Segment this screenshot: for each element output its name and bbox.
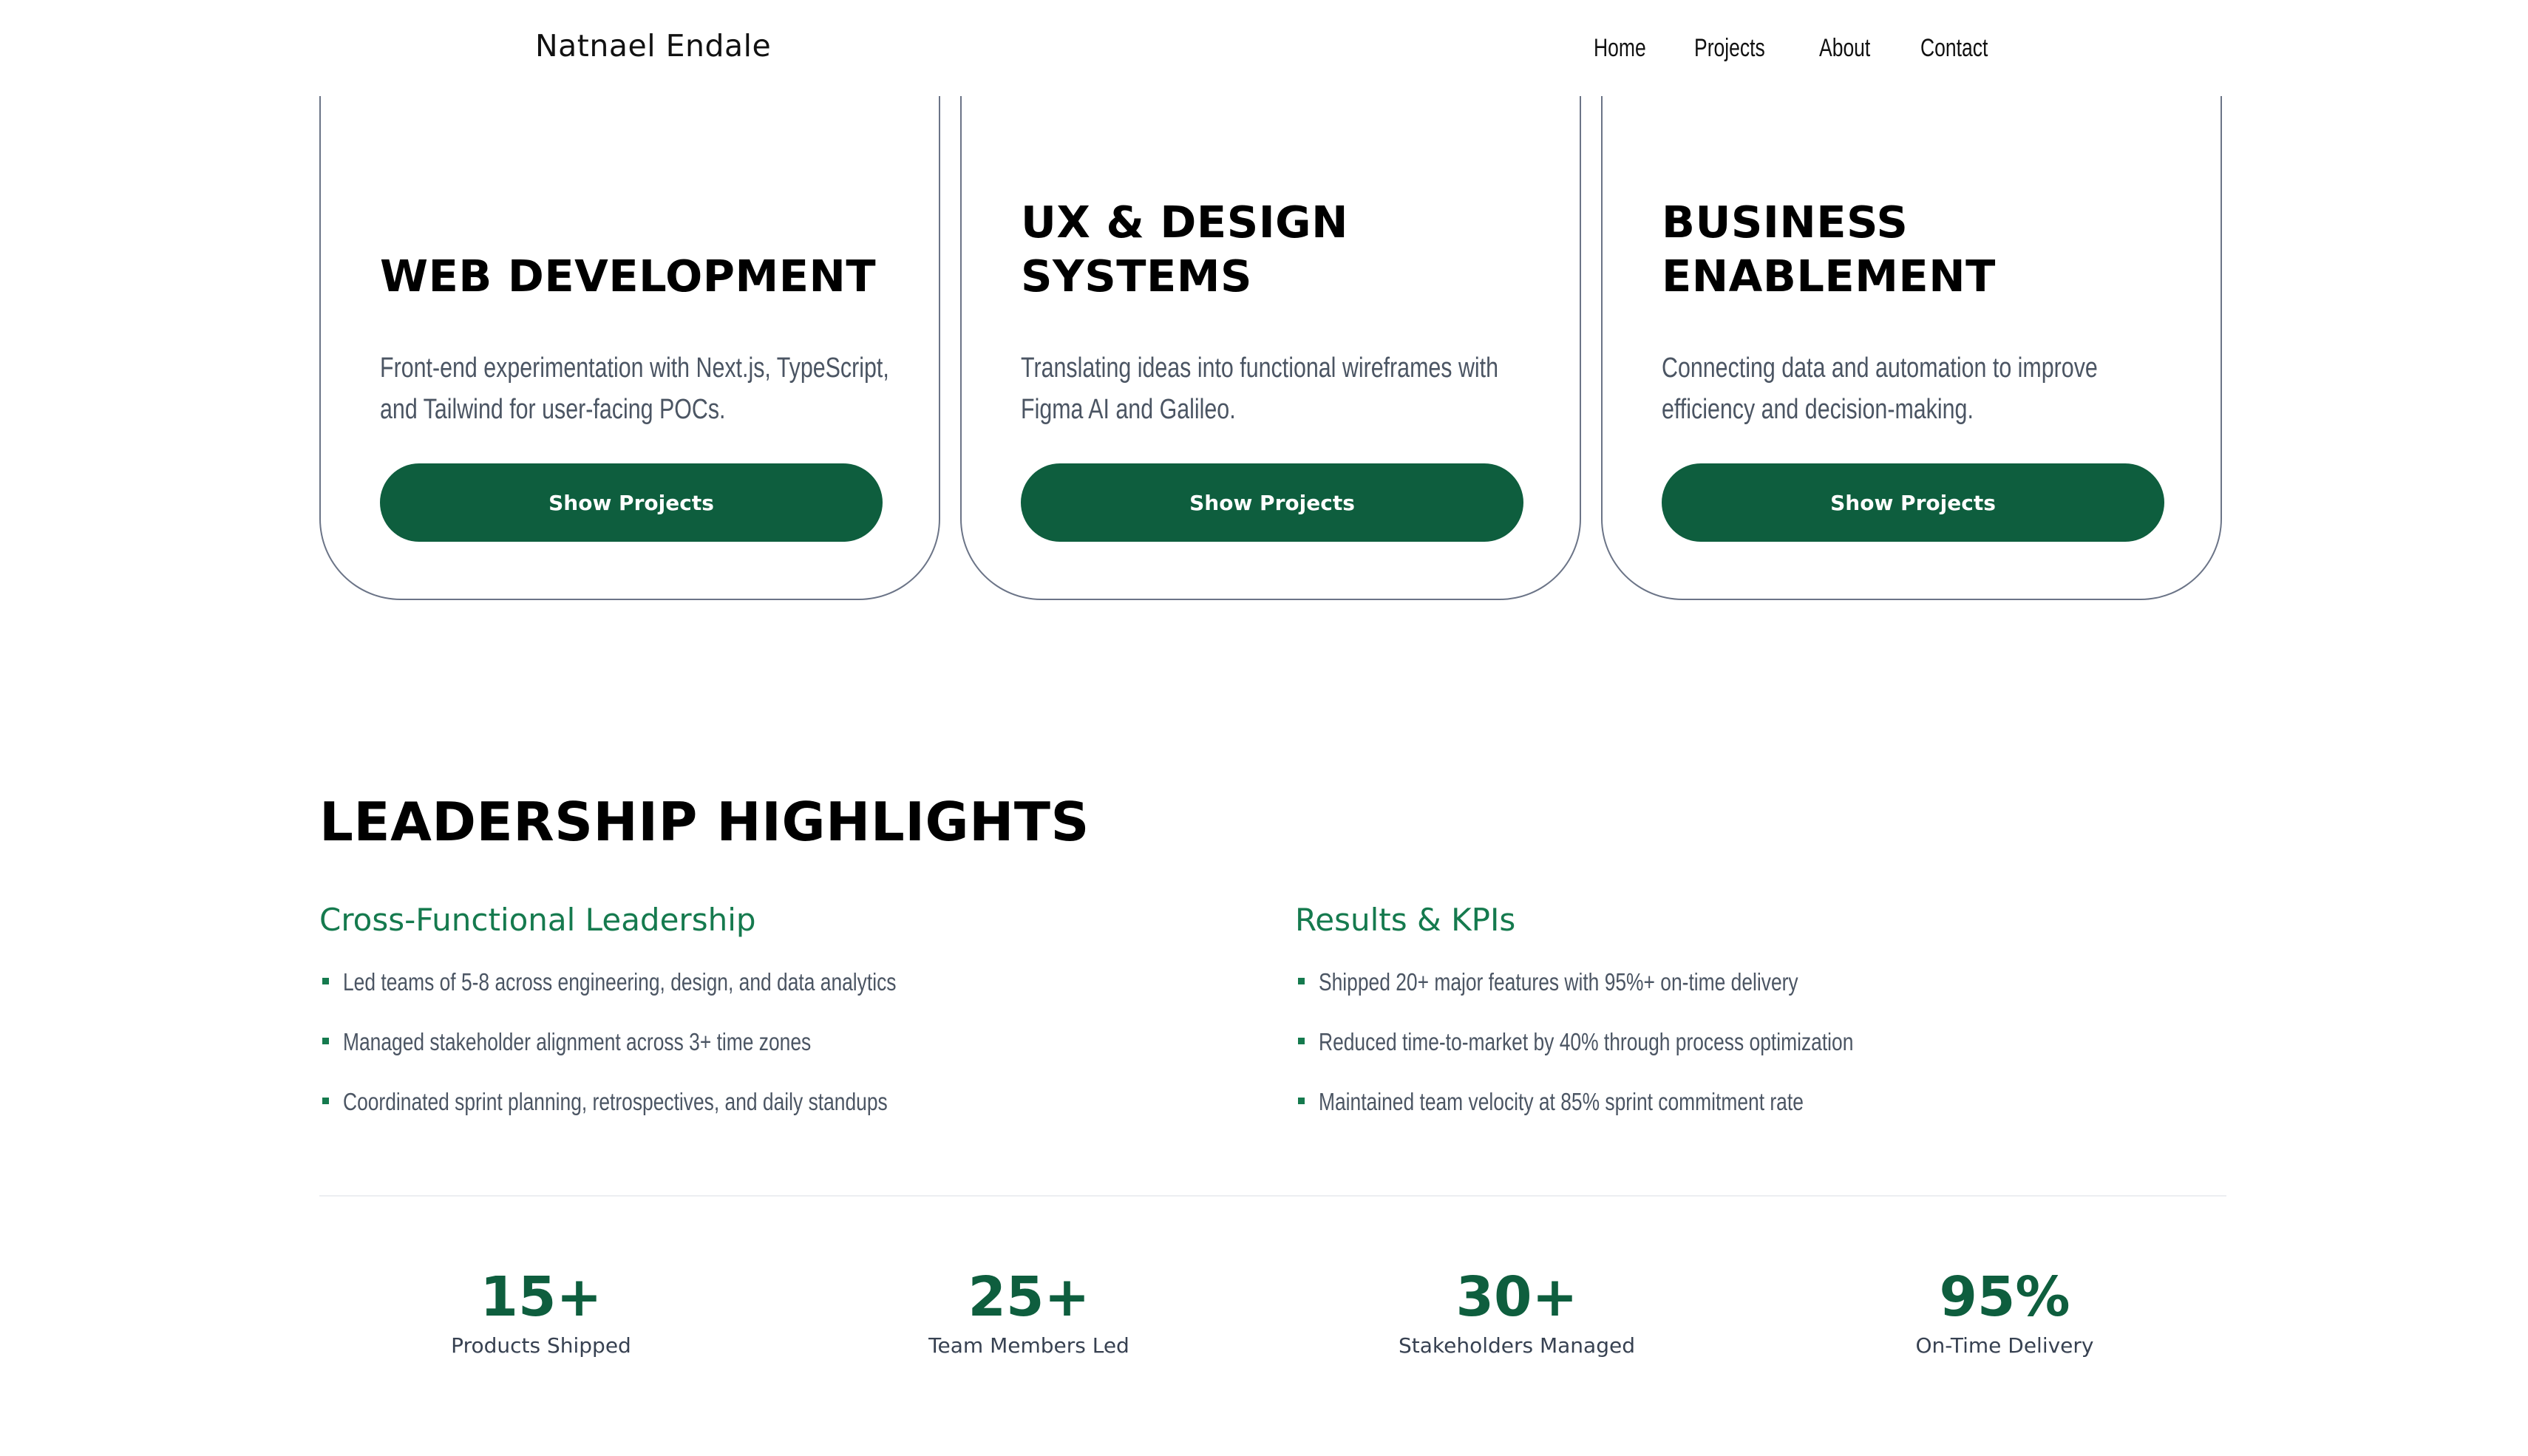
card-description: Translating ideas into functional wirefr… [1021,353,1499,425]
bullet-icon [1298,1098,1305,1104]
stat-on-time-delivery: 95% On-Time Delivery [1783,1264,2226,1358]
stat-label: Team Members Led [928,1333,1129,1358]
list-item-text: Coordinated sprint planning, retrospecti… [343,1088,888,1115]
stat-stakeholders-managed: 30+ Stakeholders Managed [1295,1264,1739,1358]
bullet-icon [322,1038,329,1044]
list-item-text: Maintained team velocity at 85% sprint c… [1319,1088,1804,1115]
stat-value: 25+ [968,1265,1090,1329]
list-item-text: Led teams of 5-8 across engineering, des… [343,968,897,996]
card-description: Front-end experimentation with Next.js, … [380,353,889,425]
show-projects-button[interactable]: Show Projects [1662,463,2164,542]
card-title: BUSINESS ENABLEMENT [1662,197,1996,302]
stat-label: Products Shipped [451,1333,631,1358]
card-description: Connecting data and automation to improv… [1662,353,2098,425]
stat-label: On-Time Delivery [1915,1333,2094,1358]
column-heading-leadership: Cross-Functional Leadership [319,902,756,938]
nav-link-home[interactable]: Home [1594,34,1646,63]
stat-value: 95% [1939,1265,2070,1329]
site-header: Natnael Endale Home Projects About Conta… [0,0,2528,96]
service-card-business-enablement: BUSINESS ENABLEMENT Connecting data and … [1601,30,2222,600]
nav-link-contact[interactable]: Contact [1920,34,1988,63]
brand-logo-text[interactable]: Natnael Endale [535,28,771,64]
section-title: LEADERSHIP HIGHLIGHTS [319,791,1090,853]
show-projects-button[interactable]: Show Projects [380,463,883,542]
service-card-ux-design-systems: UX & DESIGN SYSTEMS Translating ideas in… [960,30,1581,600]
nav-link-projects[interactable]: Projects [1694,34,1765,63]
list-item-text: Managed stakeholder alignment across 3+ … [343,1028,812,1055]
card-title: UX & DESIGN SYSTEMS [1021,197,1348,302]
bullet-icon [1298,978,1305,984]
stat-label: Stakeholders Managed [1398,1333,1635,1358]
bullet-icon [1298,1038,1305,1044]
list-item-text: Shipped 20+ major features with 95%+ on-… [1319,968,1798,996]
bullet-icon [322,1098,329,1104]
nav-link-about[interactable]: About [1819,34,1870,63]
stat-value: 15+ [480,1265,602,1329]
column-heading-results: Results & KPIs [1295,902,1516,938]
stat-value: 30+ [1455,1265,1578,1329]
service-card-web-development: WEB DEVELOPMENT Front-end experimentatio… [319,30,940,600]
card-title: WEB DEVELOPMENT [380,251,877,302]
bullet-icon [322,978,329,984]
show-projects-button[interactable]: Show Projects [1021,463,1523,542]
stat-team-members-led: 25+ Team Members Led [807,1264,1251,1358]
section-divider [319,1195,2226,1197]
stat-products-shipped: 15+ Products Shipped [319,1264,763,1358]
list-item-text: Reduced time-to-market by 40% through pr… [1319,1028,1854,1055]
